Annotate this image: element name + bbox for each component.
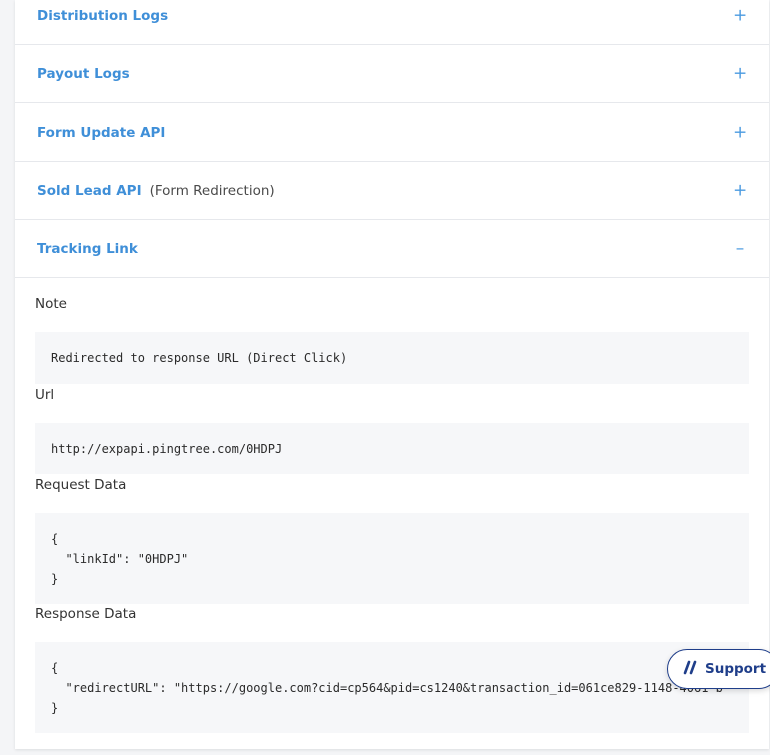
- request-code-block: { "linkId": "0HDPJ" }: [35, 513, 749, 604]
- accordion-distribution-logs[interactable]: Distribution Logs +: [15, 0, 769, 45]
- code-line: {: [51, 661, 59, 675]
- plus-icon[interactable]: +: [733, 124, 747, 142]
- support-button[interactable]: Support: [667, 649, 770, 689]
- code-line: }: [51, 572, 59, 586]
- accordion-title: Payout Logs: [37, 66, 130, 82]
- code-line: "redirectURL": "https://google.com?cid=c…: [51, 681, 723, 695]
- url-value: http://expapi.pingtree.com/0HDPJ: [51, 442, 283, 456]
- plus-icon[interactable]: +: [733, 65, 747, 83]
- accordion-form-update-api[interactable]: Form Update API +: [15, 105, 769, 162]
- support-label: Support: [705, 661, 767, 677]
- note-value: Redirected to response URL (Direct Click…: [51, 351, 348, 365]
- code-line: }: [51, 701, 59, 715]
- accordion-title-main: Sold Lead API: [37, 183, 142, 199]
- plus-icon[interactable]: +: [733, 7, 747, 25]
- integration-panel: Distribution Logs + Payout Logs + Form U…: [15, 0, 769, 749]
- url-code-block: http://expapi.pingtree.com/0HDPJ: [35, 423, 749, 474]
- response-code-block: { "redirectURL": "https://google.com?cid…: [35, 642, 749, 733]
- plus-icon[interactable]: +: [733, 182, 747, 200]
- code-line: "linkId": "0HDPJ": [51, 552, 189, 566]
- code-line: {: [51, 532, 59, 546]
- request-data-label: Request Data: [35, 477, 127, 493]
- accordion-payout-logs[interactable]: Payout Logs +: [15, 46, 769, 103]
- accordion-title: Tracking Link: [37, 241, 138, 257]
- accordion-tracking-link[interactable]: Tracking Link –: [15, 221, 769, 278]
- accordion-sold-lead-api[interactable]: Sold Lead API (Form Redirection) +: [15, 163, 769, 220]
- accordion-title: Form Update API: [37, 125, 166, 141]
- minus-icon[interactable]: –: [733, 240, 747, 258]
- accordion-subtitle: (Form Redirection): [149, 183, 275, 199]
- note-code-block: Redirected to response URL (Direct Click…: [35, 332, 749, 384]
- accordion-title: Sold Lead API (Form Redirection): [37, 183, 275, 199]
- response-data-label: Response Data: [35, 606, 137, 622]
- support-slash-icon: [683, 660, 697, 675]
- url-label: Url: [35, 387, 55, 403]
- accordion-title: Distribution Logs: [37, 8, 169, 24]
- note-label: Note: [35, 296, 67, 312]
